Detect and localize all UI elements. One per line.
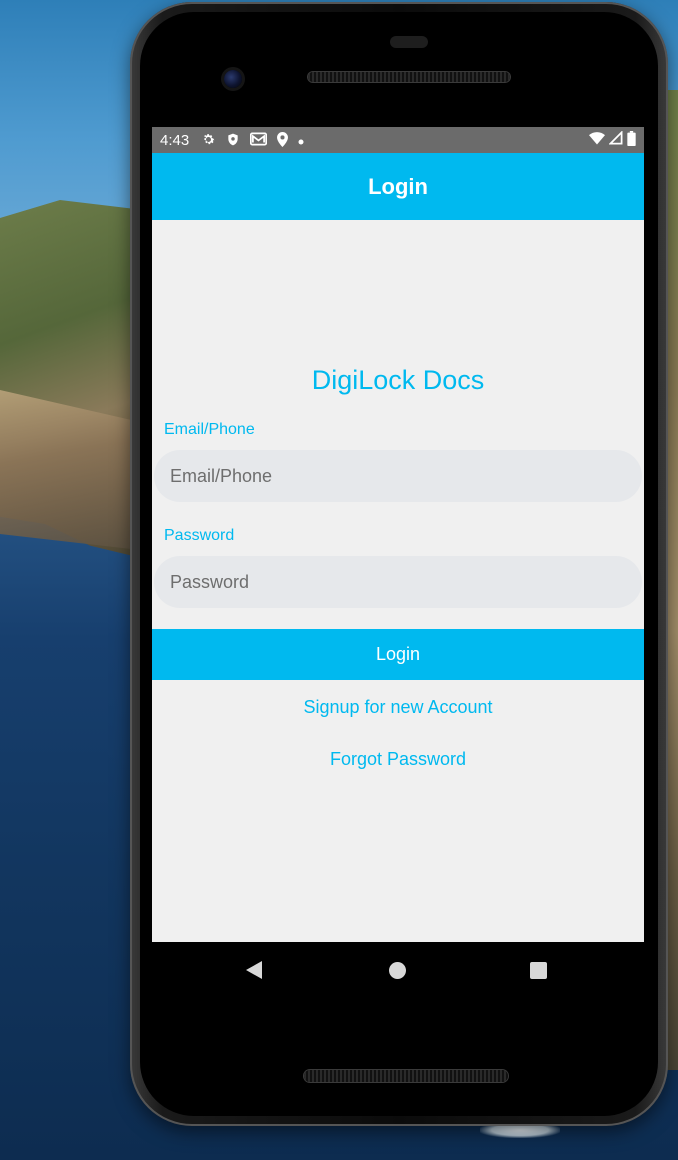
wifi-icon — [589, 131, 605, 149]
email-label: Email/Phone — [164, 421, 255, 438]
login-button[interactable]: Login — [152, 629, 644, 680]
battery-icon — [627, 130, 636, 150]
mail-icon — [250, 132, 268, 148]
earpiece-speaker — [308, 72, 510, 82]
phone-sensor — [390, 36, 428, 48]
app-screen: 4:43 Login DigiLock Docs Email/Phone Ema… — [152, 127, 644, 942]
dot-icon — [298, 134, 304, 147]
signup-link[interactable]: Signup for new Account — [152, 697, 644, 718]
status-right-group — [589, 130, 636, 150]
recents-icon[interactable] — [530, 962, 547, 979]
status-time: 4:43 — [160, 131, 190, 149]
status-bar: 4:43 — [152, 127, 644, 153]
signal-icon — [608, 130, 623, 149]
home-icon[interactable] — [389, 962, 406, 979]
bottom-speaker — [304, 1070, 508, 1082]
front-camera-icon — [224, 70, 242, 88]
password-label: Password — [164, 527, 235, 544]
gear-icon — [201, 132, 216, 149]
app-bar: Login — [152, 153, 644, 220]
shield-icon — [226, 132, 240, 149]
back-icon[interactable] — [246, 961, 262, 979]
location-icon — [277, 131, 289, 149]
email-field[interactable] — [154, 450, 642, 502]
password-field[interactable] — [154, 556, 642, 608]
forgot-password-link[interactable]: Forgot Password — [152, 749, 644, 770]
login-button-label: Login — [375, 644, 421, 664]
app-bar-title: Login — [368, 173, 428, 199]
brand-title: DigiLock Docs — [311, 365, 485, 395]
